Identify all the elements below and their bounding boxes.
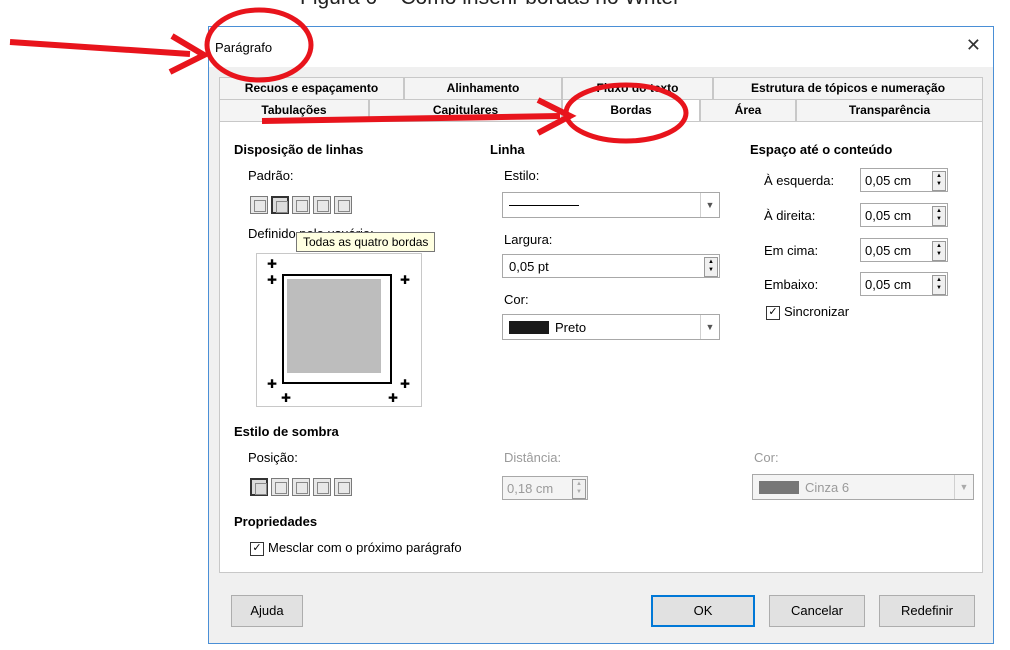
line-heading: Linha <box>490 142 525 157</box>
shadow-color-value: Cinza 6 <box>805 480 850 495</box>
tab-outline-numbering[interactable]: Estrutura de tópicos e numeração <box>713 77 983 99</box>
preview-content-area <box>287 279 381 373</box>
preset-left-right-borders[interactable] <box>292 196 310 214</box>
tooltip: Todas as quatro bordas <box>296 232 436 252</box>
padding-right-value: 0,05 cm <box>865 208 912 223</box>
padding-right-spinner[interactable]: 0,05 cm ▲ ▼ <box>860 203 948 227</box>
tab-row-2: Tabulações Capitulares Bordas Área Trans… <box>219 99 983 121</box>
chevron-down-icon: ▼ <box>700 315 719 339</box>
color-swatch <box>759 481 799 494</box>
padding-bottom-spinner[interactable]: 0,05 cm ▲ ▼ <box>860 272 948 296</box>
merge-checkbox[interactable]: ✓ <box>250 542 264 556</box>
tab-drop-caps[interactable]: Capitulares <box>369 99 562 121</box>
shadow-bottom-left-button[interactable] <box>313 478 331 496</box>
padding-right-label: À direita: <box>764 208 816 223</box>
corner-marker-icon: ✚ <box>267 377 278 391</box>
shadow-top-right-button[interactable] <box>292 478 310 496</box>
paragraph-dialog: Parágrafo ✕ Recuos e espaçamento Alinham… <box>208 26 994 644</box>
spinner-arrows-icon[interactable]: ▲ ▼ <box>704 257 718 277</box>
line-style-dropdown[interactable]: ▼ <box>502 192 720 218</box>
width-label: Largura: <box>504 232 553 247</box>
padding-heading: Espaço até o conteúdo <box>750 142 893 157</box>
corner-marker-icon: ✚ <box>267 257 278 271</box>
reset-button[interactable]: Redefinir <box>879 595 975 627</box>
shadow-top-left-button[interactable] <box>334 478 352 496</box>
line-style-sample <box>509 205 579 206</box>
preset-no-borders[interactable] <box>250 196 268 214</box>
shadow-distance-label: Distância: <box>504 450 562 465</box>
synchronize-label: Sincronizar <box>784 304 850 319</box>
tab-alignment[interactable]: Alinhamento <box>404 77 562 99</box>
shadow-bottom-right-button[interactable] <box>271 478 289 496</box>
tab-row-1: Recuos e espaçamento Alinhamento Fluxo d… <box>219 77 983 99</box>
help-button[interactable]: Ajuda <box>231 595 303 627</box>
borders-panel: Disposição de linhas Padrão: Definido pe… <box>219 121 983 573</box>
padding-top-label: Em cima: <box>764 243 819 258</box>
title-bar: Parágrafo ✕ <box>209 27 993 67</box>
padding-left-value: 0,05 cm <box>865 173 912 188</box>
cancel-button[interactable]: Cancelar <box>769 595 865 627</box>
spinner-arrows-icon[interactable]: ▲ ▼ <box>932 241 946 261</box>
border-preview[interactable]: ✚ ✚ ✚ ✚ ✚ ✚ ✚ <box>256 253 422 407</box>
spinner-arrows-icon[interactable]: ▲ ▼ <box>572 479 586 499</box>
shadow-position-presets <box>250 478 352 496</box>
tab-indents-spacing[interactable]: Recuos e espaçamento <box>219 77 404 99</box>
padding-left-label: À esquerda: <box>764 173 835 188</box>
line-color-label: Cor: <box>504 292 529 307</box>
tab-tabs[interactable]: Tabulações <box>219 99 369 121</box>
padding-bottom-value: 0,05 cm <box>865 277 912 292</box>
line-width-value: 0,05 pt <box>509 259 549 274</box>
synchronize-checkbox[interactable]: ✓ <box>766 306 780 320</box>
spinner-arrows-icon[interactable]: ▲ ▼ <box>932 206 946 226</box>
annotation-title-arrow <box>9 33 211 75</box>
tab-area[interactable]: Área <box>700 99 796 121</box>
chevron-down-icon: ▼ <box>700 193 719 217</box>
corner-marker-icon: ✚ <box>281 391 292 405</box>
line-color-dropdown[interactable]: Preto ▼ <box>502 314 720 340</box>
padding-top-spinner[interactable]: 0,05 cm ▲ ▼ <box>860 238 948 262</box>
shadow-none-button[interactable] <box>250 478 268 496</box>
corner-marker-icon: ✚ <box>400 273 411 287</box>
ok-button[interactable]: OK <box>651 595 755 627</box>
properties-heading: Propriedades <box>234 514 318 529</box>
shadow-color-label: Cor: <box>754 450 779 465</box>
default-presets <box>250 196 352 214</box>
padding-top-value: 0,05 cm <box>865 243 912 258</box>
merge-label: Mesclar com o próximo parágrafo <box>268 540 462 555</box>
spinner-arrows-icon[interactable]: ▲ ▼ <box>932 171 946 191</box>
corner-marker-icon: ✚ <box>267 273 278 287</box>
line-width-spinner[interactable]: 0,05 pt ▲ ▼ <box>502 254 720 278</box>
padding-left-spinner[interactable]: 0,05 cm ▲ ▼ <box>860 168 948 192</box>
line-color-value: Preto <box>555 320 587 335</box>
shadow-distance-spinner[interactable]: 0,18 cm ▲ ▼ <box>502 476 588 500</box>
style-label: Estilo: <box>504 168 540 183</box>
shadow-position-label: Posição: <box>248 450 298 465</box>
padding-bottom-label: Embaixo: <box>764 277 819 292</box>
preset-top-bottom-borders[interactable] <box>313 196 331 214</box>
shadow-distance-value: 0,18 cm <box>507 481 554 496</box>
line-arrangement-heading: Disposição de linhas <box>234 142 364 157</box>
default-label: Padrão: <box>248 168 294 183</box>
dialog-title: Parágrafo <box>215 40 273 55</box>
tab-borders[interactable]: Bordas <box>562 99 700 121</box>
spinner-arrows-icon[interactable]: ▲ ▼ <box>932 275 946 295</box>
shadow-heading: Estilo de sombra <box>234 424 339 439</box>
preset-all-four-borders[interactable] <box>271 196 289 214</box>
preset-left-border[interactable] <box>334 196 352 214</box>
color-swatch <box>509 321 549 334</box>
close-icon[interactable]: ✕ <box>966 35 981 56</box>
tab-text-flow[interactable]: Fluxo do texto <box>562 77 713 99</box>
figure-caption: Figura 6 – Como inserir bordas no Writer <box>300 0 680 10</box>
corner-marker-icon: ✚ <box>388 391 399 405</box>
shadow-color-dropdown[interactable]: Cinza 6 ▼ <box>752 474 974 500</box>
chevron-down-icon: ▼ <box>954 475 973 499</box>
corner-marker-icon: ✚ <box>400 377 411 391</box>
tab-transparency[interactable]: Transparência <box>796 99 983 121</box>
